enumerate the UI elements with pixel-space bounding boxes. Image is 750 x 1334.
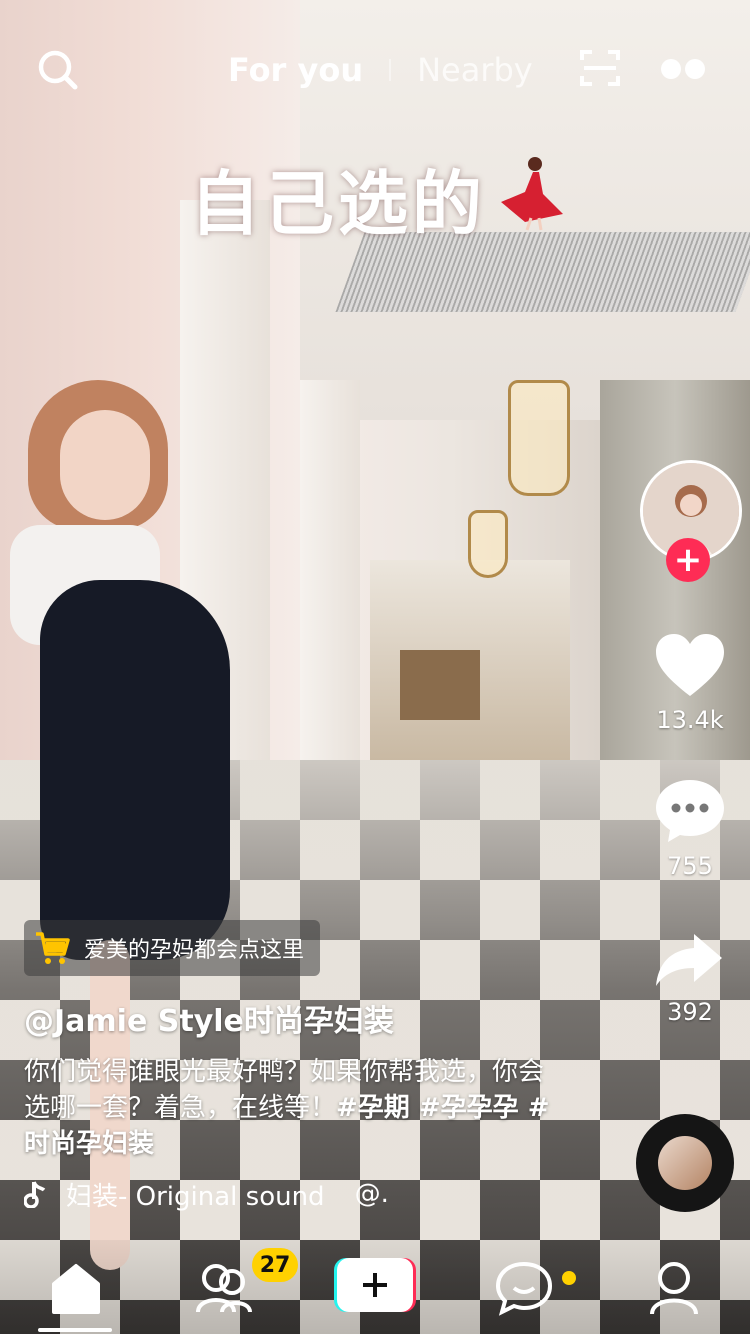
share-arrow-icon [656, 934, 722, 986]
home-icon[interactable] [46, 1258, 106, 1318]
tab-nearby[interactable]: Nearby [417, 51, 533, 89]
shop-link-label: 爱美的孕妈都会点这里 [84, 938, 305, 963]
sound-disc-cover [658, 1136, 712, 1190]
creator-username[interactable]: @Jamie Style时尚孕妇装 [24, 996, 394, 1040]
sound-info[interactable]: 妇装- Original sound @. [24, 1176, 389, 1212]
shopping-cart-icon [36, 932, 70, 964]
lantern [468, 510, 508, 578]
face [60, 410, 150, 520]
share-count: 392 [667, 998, 713, 1026]
corridor-end [400, 650, 480, 720]
share-button[interactable]: 392 [630, 930, 750, 1026]
sound-title: 妇装- Original sound [66, 1181, 325, 1212]
home-active-indicator [38, 1328, 112, 1332]
comment-button[interactable]: 755 [630, 778, 750, 880]
dancer-sticker-icon [501, 157, 563, 231]
inbox-notification-dot [562, 1271, 576, 1285]
friends-icon[interactable] [194, 1258, 254, 1318]
like-button[interactable]: 13.4k [630, 632, 750, 734]
lantern [508, 380, 570, 496]
create-plus-button[interactable] [334, 1258, 416, 1312]
follow-plus-button[interactable]: + [666, 538, 710, 582]
heart-icon [656, 634, 724, 696]
comment-icon [656, 780, 724, 842]
curtain [600, 380, 750, 800]
shop-link[interactable]: 爱美的孕妈都会点这里 [24, 920, 321, 976]
music-note-icon [24, 1181, 46, 1208]
sound-disc[interactable] [636, 1114, 734, 1212]
black-dress [40, 580, 230, 960]
scan-icon[interactable] [580, 48, 620, 88]
tab-divider [389, 59, 392, 81]
feed-tabs: For you Nearby [228, 50, 533, 90]
comment-count: 755 [667, 852, 713, 880]
inbox-chat-icon[interactable] [494, 1258, 554, 1318]
profile-icon[interactable] [644, 1258, 704, 1318]
sound-author: @. [354, 1179, 389, 1209]
friends-badge: 27 [252, 1248, 298, 1282]
top-bar: For you Nearby [0, 0, 750, 140]
video-overlay-text: 自己选的 [190, 163, 486, 245]
like-count: 13.4k [656, 706, 724, 734]
tab-for-you[interactable]: For you [228, 51, 363, 89]
more-icon[interactable] [660, 58, 708, 80]
search-icon[interactable] [36, 48, 78, 90]
post-caption: 你们觉得谁眼光最好鸭？如果你帮我选，你会选哪一套？着急，在线等！#孕期 #孕孕孕… [24, 1054, 564, 1162]
